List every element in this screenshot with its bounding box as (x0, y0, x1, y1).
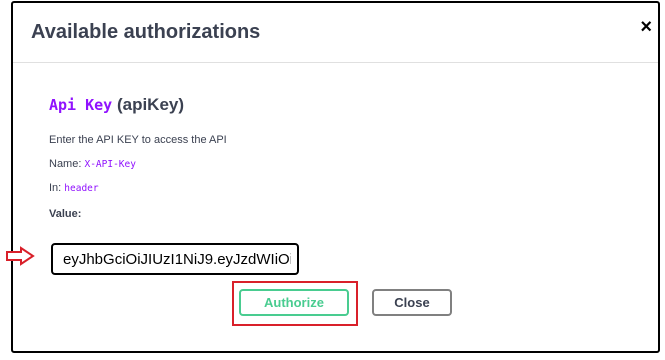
scheme-name: Api Key (49, 96, 113, 114)
scheme-name-row: Name: X-API-Key (49, 158, 136, 170)
close-button[interactable]: Close (372, 289, 452, 316)
scheme-in-row: In: header (49, 182, 99, 194)
api-key-input[interactable] (53, 245, 297, 273)
close-icon[interactable]: × (640, 17, 652, 37)
name-value: X-API-Key (84, 159, 136, 170)
scheme-title: Api Key (apiKey) (49, 95, 184, 115)
in-label: In: (49, 182, 62, 194)
authorization-modal: Available authorizations × Api Key (apiK… (11, 1, 660, 353)
annotation-arrow-icon (6, 246, 35, 266)
modal-title: Available authorizations (31, 21, 261, 43)
scheme-description: Enter the API KEY to access the API (49, 134, 227, 146)
modal-header: Available authorizations × (13, 3, 658, 63)
name-label: Name: (49, 158, 82, 170)
scheme-type: (apiKey) (116, 95, 185, 114)
value-label: Value: (49, 208, 82, 220)
api-key-input-wrapper (51, 243, 299, 275)
in-value: header (64, 183, 99, 194)
authorize-button[interactable]: Authorize (239, 289, 349, 316)
